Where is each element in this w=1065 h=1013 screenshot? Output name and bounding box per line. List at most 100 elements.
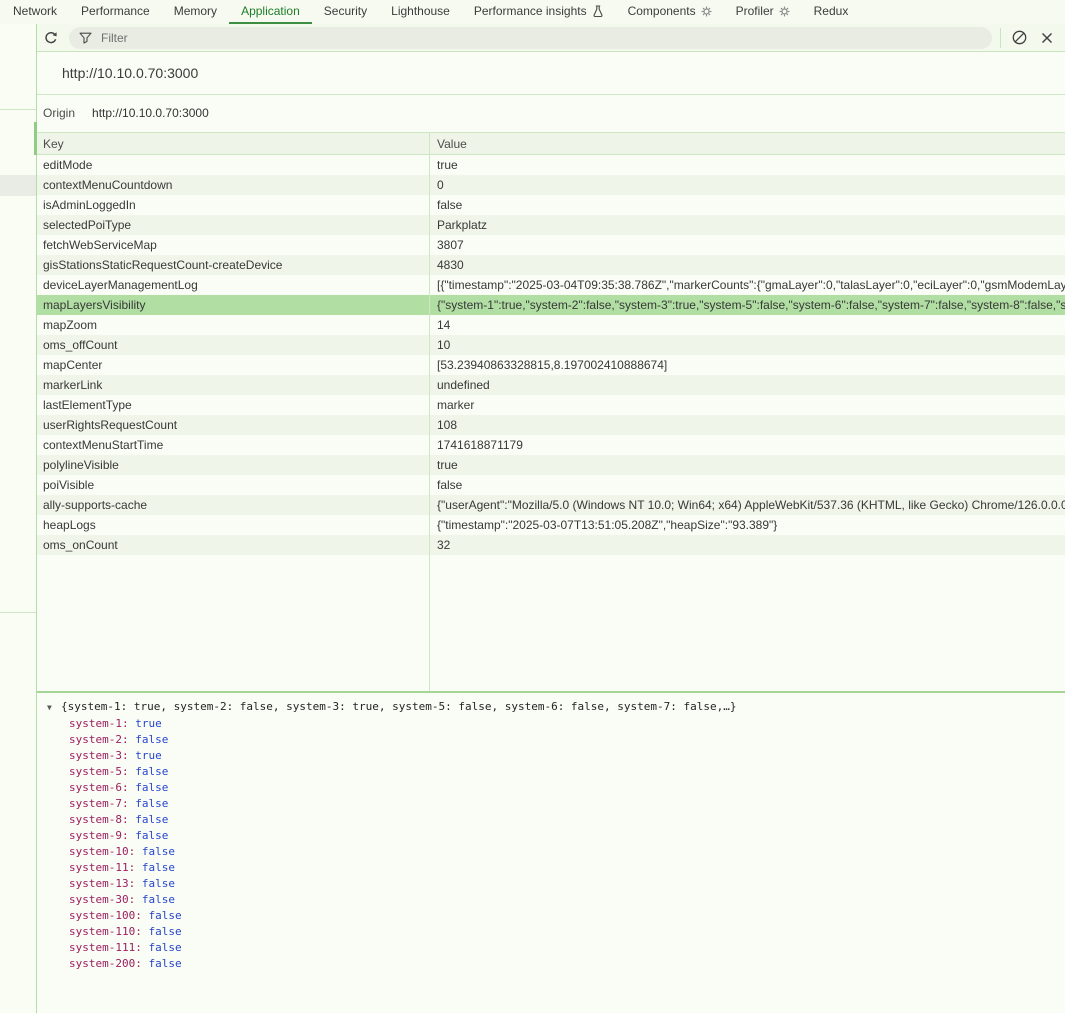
tab-memory[interactable]: Memory xyxy=(162,0,229,24)
preview-entry[interactable]: system-9: false xyxy=(37,828,1065,844)
row-key: markerLink xyxy=(37,378,429,392)
table-row[interactable]: oms_offCount10 xyxy=(37,335,1065,355)
row-key: poiVisible xyxy=(37,478,429,492)
table-row[interactable]: markerLinkundefined xyxy=(37,375,1065,395)
devtools-tab-bar: NetworkPerformance Memory ApplicationSecur… xyxy=(0,0,1065,25)
tab-redux[interactable]: Redux xyxy=(802,0,861,24)
row-key: isAdminLoggedIn xyxy=(37,198,429,212)
preview-entry-value: false xyxy=(135,829,168,842)
table-row[interactable]: gisStationsStaticRequestCount-createDevi… xyxy=(37,255,1065,275)
table-row[interactable]: contextMenuStartTime1741618871179 xyxy=(37,435,1065,455)
tab-performance[interactable]: Performance xyxy=(69,0,162,24)
preview-entry[interactable]: system-5: false xyxy=(37,764,1065,780)
row-value: {"userAgent":"Mozilla/5.0 (Windows NT 10… xyxy=(429,498,1065,512)
tab-application[interactable]: Application xyxy=(229,0,312,24)
row-key: oms_offCount xyxy=(37,338,429,352)
sidebar-divider xyxy=(0,612,36,613)
table-row[interactable]: contextMenuCountdown0 xyxy=(37,175,1065,195)
table-row[interactable]: isAdminLoggedInfalse xyxy=(37,195,1065,215)
table-row[interactable]: mapLayersVisibility{"system-1":true,"sys… xyxy=(37,295,1065,315)
preview-entry-value: false xyxy=(135,781,168,794)
block-icon xyxy=(1011,29,1028,46)
row-value: true xyxy=(429,158,1065,172)
preview-entry-key: system-8: xyxy=(69,813,129,826)
preview-entry-key: system-100: xyxy=(69,909,142,922)
tab-lighthouse[interactable]: Lighthouse xyxy=(379,0,462,24)
preview-entry[interactable]: system-1: true xyxy=(37,716,1065,732)
value-preview-pane: ▼ {system-1: true, system-2: false, syst… xyxy=(37,691,1065,1013)
table-row[interactable]: heapLogs{"timestamp":"2025-03-07T13:51:0… xyxy=(37,515,1065,535)
table-row[interactable]: mapCenter[53.23940863328815,8.1970024108… xyxy=(37,355,1065,375)
preview-entry[interactable]: system-111: false xyxy=(37,940,1065,956)
clear-storage-button[interactable] xyxy=(1005,26,1033,50)
table-row[interactable]: userRightsRequestCount108 xyxy=(37,415,1065,435)
tab-components[interactable]: Components xyxy=(616,0,724,24)
preview-entry[interactable]: system-8: false xyxy=(37,812,1065,828)
row-value: true xyxy=(429,458,1065,472)
preview-entry[interactable]: system-100: false xyxy=(37,908,1065,924)
row-value: [53.23940863328815,8.197002410888674] xyxy=(429,358,1065,372)
origin-value: http://10.10.0.70:3000 xyxy=(92,106,209,120)
preview-entry-value: false xyxy=(135,813,168,826)
preview-entry[interactable]: system-6: false xyxy=(37,780,1065,796)
row-key: userRightsRequestCount xyxy=(37,418,429,432)
local-storage-panel: http://10.10.0.70:3000 Origin http://10.… xyxy=(37,52,1065,1013)
preview-entry-value: true xyxy=(135,749,162,762)
table-row[interactable]: polylineVisibletrue xyxy=(37,455,1065,475)
tab-security[interactable]: Security xyxy=(312,0,379,24)
tab-performance-insights[interactable]: Performance insights xyxy=(462,0,616,24)
preview-entry-key: system-111: xyxy=(69,941,142,954)
preview-entry[interactable]: system-7: false xyxy=(37,796,1065,812)
preview-entry-value: false xyxy=(142,861,175,874)
row-key: oms_onCount xyxy=(37,538,429,552)
close-icon xyxy=(1040,31,1054,45)
preview-entry[interactable]: system-3: true xyxy=(37,748,1065,764)
preview-entry-key: system-110: xyxy=(69,925,142,938)
preview-entry-value: false xyxy=(148,925,181,938)
row-key: mapZoom xyxy=(37,318,429,332)
tab-label: Memory xyxy=(174,4,217,18)
table-row[interactable]: selectedPoiTypeParkplatz xyxy=(37,215,1065,235)
table-row[interactable]: poiVisiblefalse xyxy=(37,475,1065,495)
row-value: 3807 xyxy=(429,238,1065,252)
table-row[interactable]: ally-supports-cache{"userAgent":"Mozilla… xyxy=(37,495,1065,515)
preview-entry[interactable]: system-30: false xyxy=(37,892,1065,908)
tab-profiler[interactable]: Profiler xyxy=(724,0,802,24)
close-panel-button[interactable] xyxy=(1033,26,1061,50)
gear-icon xyxy=(701,6,712,17)
table-row[interactable]: oms_onCount32 xyxy=(37,535,1065,555)
table-row[interactable]: editModetrue xyxy=(37,155,1065,175)
row-value: 14 xyxy=(429,318,1065,332)
preview-entry-key: system-5: xyxy=(69,765,129,778)
column-header-key[interactable]: Key xyxy=(37,137,429,151)
preview-entry-value: false xyxy=(148,909,181,922)
expand-triangle-icon[interactable]: ▼ xyxy=(47,699,59,716)
row-key: gisStationsStaticRequestCount-createDevi… xyxy=(37,258,429,272)
preview-summary-row[interactable]: ▼ {system-1: true, system-2: false, syst… xyxy=(37,699,1065,716)
preview-entry[interactable]: system-10: false xyxy=(37,844,1065,860)
preview-entry[interactable]: system-11: false xyxy=(37,860,1065,876)
preview-entry-key: system-10: xyxy=(69,845,135,858)
table-row[interactable]: lastElementTypemarker xyxy=(37,395,1065,415)
refresh-button[interactable] xyxy=(37,26,65,50)
preview-entry-value: false xyxy=(135,797,168,810)
preview-entry[interactable]: system-110: false xyxy=(37,924,1065,940)
row-value: false xyxy=(429,198,1065,212)
filter-input[interactable]: Filter xyxy=(69,27,992,49)
table-row[interactable]: fetchWebServiceMap3807 xyxy=(37,235,1065,255)
sidebar-divider xyxy=(0,109,36,110)
preview-entry[interactable]: system-13: false xyxy=(37,876,1065,892)
preview-entry-key: system-9: xyxy=(69,829,129,842)
table-row[interactable]: deviceLayerManagementLog[{"timestamp":"2… xyxy=(37,275,1065,295)
column-header-value[interactable]: Value xyxy=(429,137,1065,151)
row-value: Parkplatz xyxy=(429,218,1065,232)
column-divider[interactable] xyxy=(429,132,430,691)
preview-entry[interactable]: system-2: false xyxy=(37,732,1065,748)
table-row[interactable]: mapZoom14 xyxy=(37,315,1065,335)
origin-row[interactable]: Origin http://10.10.0.70:3000 xyxy=(37,95,1065,131)
sidebar-selected-item-edge[interactable] xyxy=(0,175,36,196)
row-key: fetchWebServiceMap xyxy=(37,238,429,252)
row-key: ally-supports-cache xyxy=(37,498,429,512)
preview-entry[interactable]: system-200: false xyxy=(37,956,1065,972)
tab-network[interactable]: Network xyxy=(1,0,69,24)
